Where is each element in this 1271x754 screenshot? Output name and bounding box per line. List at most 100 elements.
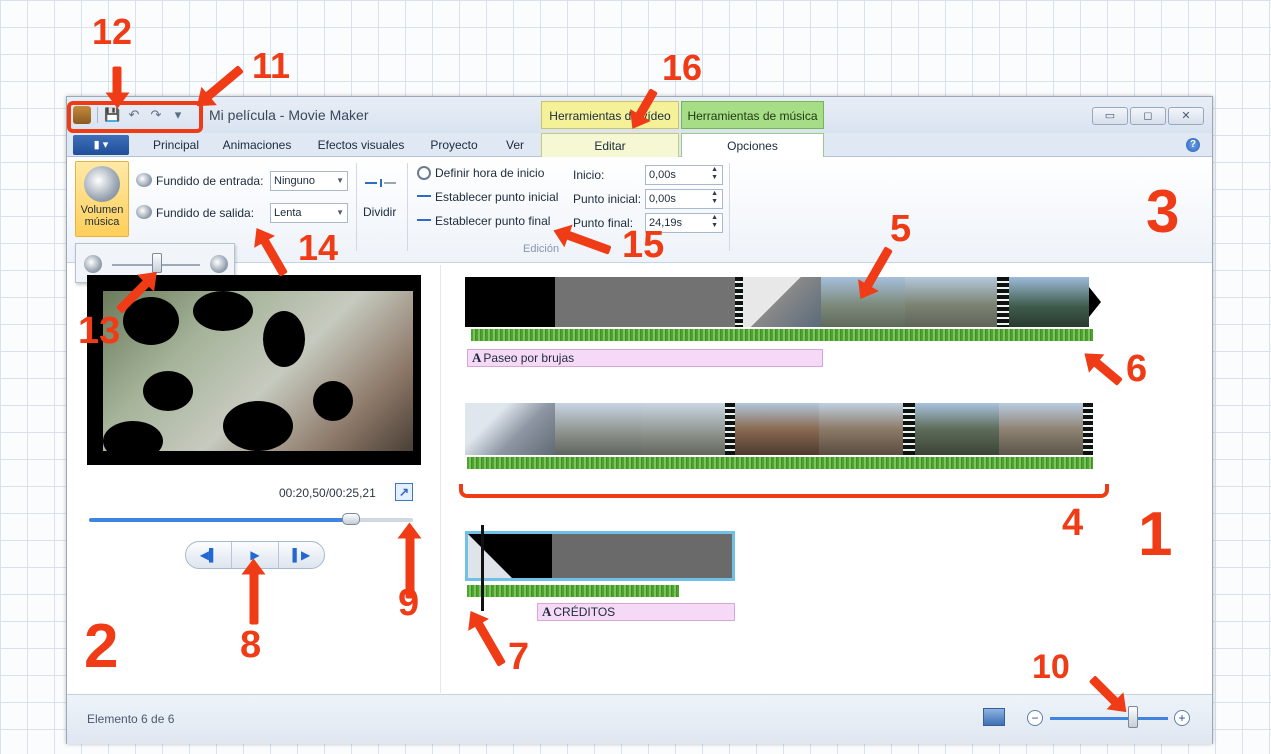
annotation-label-6: 6 — [1126, 348, 1148, 390]
film-sprocket — [903, 403, 915, 455]
annotation-label-4: 4 — [1062, 502, 1084, 544]
window-title: Mi película - Movie Maker — [209, 107, 369, 123]
spin-arrows-icon[interactable]: ▲ ▼ — [711, 214, 718, 230]
file-menu-button[interactable]: ▮ ▾ — [73, 135, 129, 155]
music-volume-button[interactable]: Volumen música — [75, 161, 129, 237]
tab-ver[interactable]: Ver — [495, 133, 535, 157]
zoom-slider-track[interactable] — [1050, 717, 1168, 720]
clip-strip-1[interactable] — [465, 277, 1089, 327]
clip-thumbnail — [999, 403, 1083, 455]
annotation-label-5: 5 — [890, 208, 912, 250]
start-time-input[interactable]: 0,00s ▲ ▼ — [645, 165, 723, 185]
annotation-label-8: 8 — [240, 624, 262, 666]
playhead[interactable] — [481, 525, 484, 611]
preview-frame — [103, 291, 413, 461]
tab-opciones[interactable]: Opciones — [681, 133, 824, 158]
status-bar: Elemento 6 de 6 − + — [67, 694, 1212, 744]
tab-efectos-visuales[interactable]: Efectos visuales — [311, 133, 411, 157]
next-frame-button[interactable]: ▌▶ — [279, 542, 324, 568]
zoom-slider-thumb[interactable] — [1127, 706, 1138, 728]
tab-editar[interactable]: Editar — [541, 133, 679, 157]
fade-in-label: Fundido de entrada: — [156, 174, 264, 188]
maximize-button[interactable]: ◻ — [1130, 107, 1166, 125]
preview-blob — [313, 381, 353, 421]
pane-divider[interactable] — [440, 265, 441, 693]
spin-arrows-icon[interactable]: ▲ ▼ — [711, 190, 718, 206]
annotation-label-9: 9 — [398, 582, 420, 624]
annotation-label-16: 16 — [662, 47, 703, 88]
fade-out-label: Fundido de salida: — [156, 206, 255, 220]
annotation-label-11: 11 — [252, 45, 291, 86]
annotation-label-1: 1 — [1138, 500, 1173, 569]
end-point-icon — [417, 219, 431, 221]
playback-time: 00:20,50/00:25,21 — [279, 486, 376, 500]
stopwatch-icon — [417, 166, 431, 180]
tab-proyecto[interactable]: Proyecto — [421, 133, 487, 157]
set-start-time-button[interactable]: Definir hora de inicio — [417, 165, 567, 183]
set-start-point-button[interactable]: Establecer punto inicial — [417, 189, 567, 207]
annotation-label-15: 15 — [622, 224, 665, 266]
annotation-label-12: 12 — [92, 11, 133, 52]
window-controls: ▭ ◻ ✕ — [1092, 107, 1204, 125]
title-caption-bar[interactable]: A Paseo por brujas — [467, 349, 823, 367]
audio-waveform-3[interactable] — [467, 585, 679, 597]
fade-out-dropdown[interactable]: Lenta ▼ — [270, 203, 348, 223]
selected-clip[interactable] — [465, 531, 735, 581]
audio-waveform-2[interactable] — [467, 457, 1093, 469]
split-button[interactable]: Dividir — [361, 167, 403, 227]
start-time-label: Inicio: — [573, 168, 605, 182]
tab-principal[interactable]: Principal — [141, 133, 211, 157]
annotation-label-7: 7 — [508, 636, 530, 678]
spin-arrows-icon[interactable]: ▲ ▼ — [711, 166, 718, 182]
clip-thumbnail — [1009, 277, 1089, 327]
clip-strip-2[interactable] — [465, 403, 1093, 455]
close-button[interactable]: ✕ — [1168, 107, 1204, 125]
set-end-point-label: Establecer punto final — [435, 214, 551, 228]
credits-caption-bar[interactable]: A CRÉDITOS — [537, 603, 735, 621]
credits-caption-text: CRÉDITOS — [553, 605, 616, 619]
minimize-button[interactable]: ▭ — [1092, 107, 1128, 125]
split-label: Dividir — [363, 205, 397, 219]
preview-blob — [223, 401, 293, 451]
clip-grey-frame — [555, 277, 735, 327]
annotation-arrow-12 — [112, 66, 122, 99]
film-sprocket — [725, 403, 735, 455]
clip-end-marker — [1089, 287, 1101, 317]
clip-thumbnail — [735, 403, 819, 455]
previous-frame-button[interactable]: ◀▌ — [186, 542, 233, 568]
split-icon — [365, 179, 399, 187]
fade-in-icon — [136, 173, 152, 187]
video-preview[interactable] — [87, 275, 421, 465]
status-text: Elemento 6 de 6 — [87, 712, 175, 726]
start-point-input[interactable]: 0,00s ▲ ▼ — [645, 189, 723, 209]
text-caption-icon: A — [542, 604, 552, 619]
movie-maker-window: 💾 ↶ ↷ ▾ Mi película - Movie Maker Herram… — [66, 96, 1213, 744]
clip-thumbnail — [641, 403, 725, 455]
tab-animaciones[interactable]: Animaciones — [217, 133, 297, 157]
start-point-value: 0,00s — [649, 193, 676, 205]
seek-bar[interactable] — [89, 513, 413, 525]
clip-black-frame — [465, 277, 555, 327]
group-label-edicion: Edición — [523, 243, 560, 255]
ribbon-separator — [356, 163, 357, 251]
start-time-value: 0,00s — [649, 169, 676, 181]
help-icon[interactable]: ? — [1186, 138, 1200, 152]
set-end-point-button[interactable]: Establecer punto final — [417, 213, 567, 231]
title-caption-text: Paseo por brujas — [483, 351, 575, 365]
thumbnail-size-icon[interactable] — [983, 708, 1005, 726]
zoom-in-button[interactable]: + — [1174, 710, 1190, 726]
fade-in-dropdown[interactable]: Ninguno ▼ — [270, 171, 348, 191]
film-sprocket — [1083, 403, 1093, 455]
speaker-icon — [84, 166, 120, 202]
context-label-music-tools: Herramientas de música — [681, 101, 824, 129]
audio-waveform-1[interactable] — [471, 329, 1093, 341]
clip-thumbnail — [465, 403, 555, 455]
seek-bar-progress — [89, 518, 352, 522]
text-caption-icon: A — [472, 350, 482, 365]
mute-icon[interactable] — [84, 255, 102, 273]
seek-bar-thumb[interactable] — [342, 513, 361, 525]
zoom-out-button[interactable]: − — [1027, 710, 1043, 726]
fullscreen-icon[interactable]: ↗ — [395, 483, 413, 501]
volume-max-icon[interactable] — [210, 255, 228, 273]
preview-blob — [263, 311, 305, 367]
